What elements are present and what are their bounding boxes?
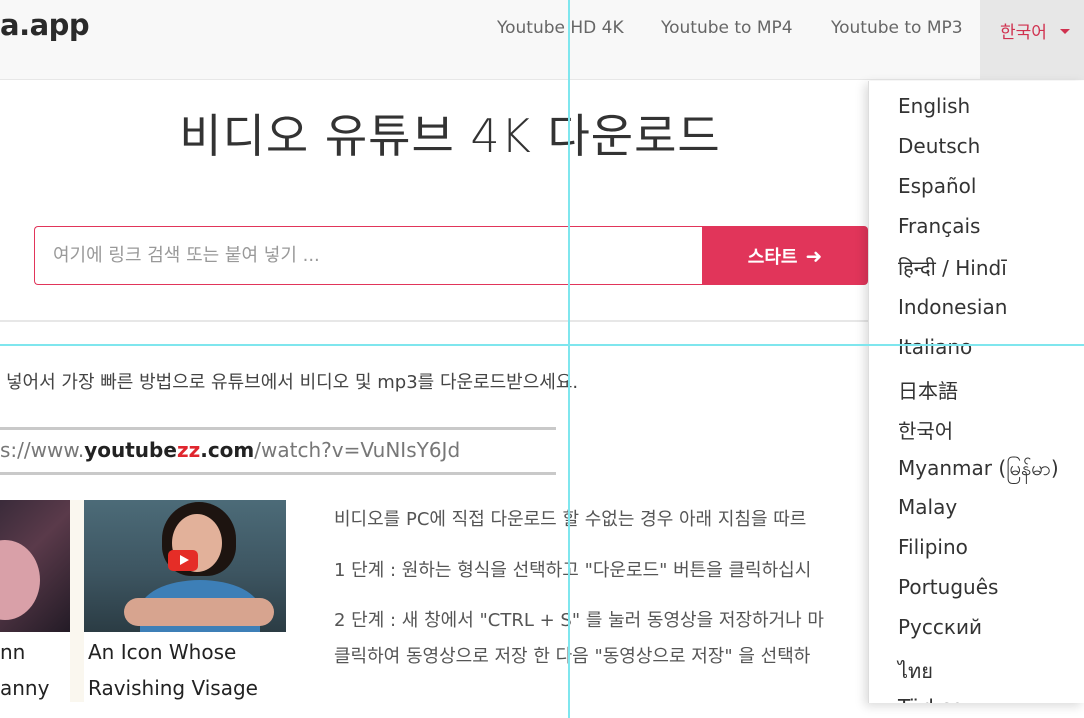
nav-link-hd-4k[interactable]: Youtube HD 4K [497,18,624,38]
divider [0,320,868,322]
start-button[interactable]: 스타트 ➜ [702,226,868,285]
instruction-intro: 비디오를 PC에 직접 다운로드 할 수없는 경우 아래 지침을 따르 [334,509,807,530]
horizontal-guide-line [0,344,1084,346]
lang-item-english[interactable]: English [898,94,970,118]
lang-item-deutsch[interactable]: Deutsch [898,134,980,158]
lang-item-italiano[interactable]: Italiano [898,335,972,359]
url-youtube: youtube [84,438,177,462]
instruction-step-2-cont: 클릭하여 동영상으로 저장 한 다음 "동영상으로 저장" 을 선택하 [334,646,811,667]
vertical-guide-line [568,0,570,718]
arrow-right-icon: ➜ [805,243,823,268]
caret-down-icon [1060,29,1070,34]
lang-item-espanol[interactable]: Español [898,174,976,198]
youtube-play-icon[interactable] [168,550,198,571]
start-button-label: 스타트 [747,246,798,268]
video-title-2-line1: An Icon Whose [88,640,237,664]
language-label: 한국어 [1000,23,1047,43]
lang-item-hindi[interactable]: हिन्दी / Hindī [898,254,1007,281]
thumbnail-figure [124,598,274,626]
video-title-1-line1: nn [0,640,26,664]
search-input[interactable] [34,226,704,285]
brand-logo[interactable]: a.app [0,8,90,42]
lang-item-russian[interactable]: Русский [898,615,982,639]
instruction-step-1: 1 단계 : 원하는 형식을 선택하고 "다운로드" 버튼을 클릭하십시 [334,560,812,581]
page-title: 비디오 유튜브 4K 다운로드 [179,109,721,163]
language-menu: English Deutsch Español Français हिन्दी … [868,81,1084,703]
navbar: a.app Youtube HD 4K Youtube to MP4 Youtu… [0,0,1084,80]
nav-link-mp4[interactable]: Youtube to MP4 [661,18,793,38]
url-dotcom: .com [200,438,255,462]
lang-item-japanese[interactable]: 日本語 [898,375,958,404]
lang-item-turkish[interactable]: Türkçe [898,695,963,703]
lang-item-portugues[interactable]: Português [898,575,998,599]
nav-link-mp3[interactable]: Youtube to MP3 [831,18,963,38]
instruction-step-2: 2 단계 : 새 창에서 "CTRL + S" 를 눌러 동영상을 저장하거나 … [334,610,824,631]
url-prefix: s://www. [0,438,85,462]
video-title-2[interactable]: An Icon Whose Ravishing Visage [88,634,258,706]
lang-item-francais[interactable]: Français [898,214,980,238]
url-example-image: s://www.youtubezz.com/watch?v=VuNIsY6Jd [0,427,556,475]
language-dropdown-toggle[interactable]: 한국어 [980,0,1084,80]
intro-text: 넣어서 가장 빠른 방법으로 유튜브에서 비디오 및 mp3를 다운로드받으세요… [6,372,579,393]
url-path: /watch?v=VuNIsY6Jd [254,438,461,462]
lang-item-malay[interactable]: Malay [898,495,957,519]
video-thumbnail-1[interactable] [0,500,70,632]
video-title-2-line2: Ravishing Visage [88,676,258,700]
video-thumbnail-2[interactable] [84,500,286,632]
lang-item-indonesian[interactable]: Indonesian [898,295,1007,319]
url-zz: zz [176,438,201,462]
url-example-text: s://www.youtubezz.com/watch?v=VuNIsY6Jd [0,438,460,462]
lang-item-thai[interactable]: ไทย [898,655,933,687]
lang-item-korean[interactable]: 한국어 [898,415,953,444]
video-title-1[interactable]: nn anny [0,634,49,706]
thumbnail-figure [0,540,40,620]
lang-item-myanmar[interactable]: Myanmar (မြန်မာ) [898,455,1059,485]
lang-item-filipino[interactable]: Filipino [898,535,968,559]
video-title-1-line2: anny [0,676,50,700]
